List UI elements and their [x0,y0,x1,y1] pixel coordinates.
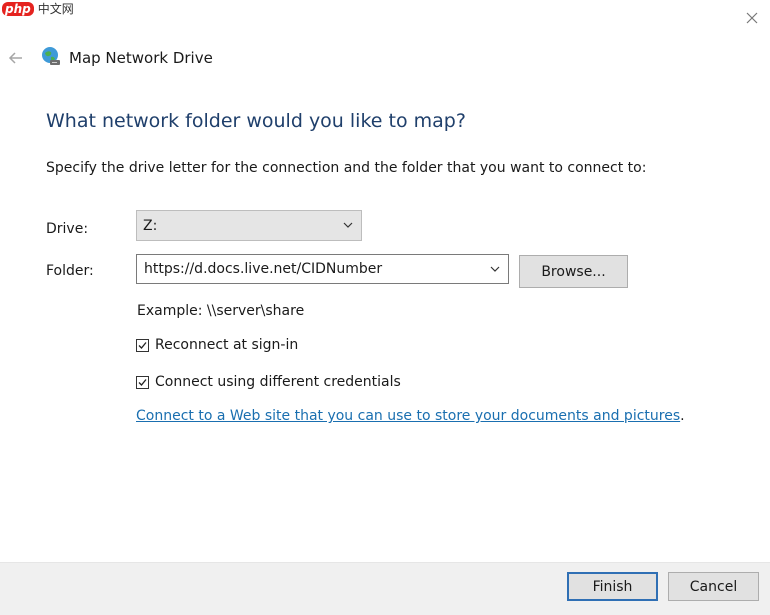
back-arrow-icon[interactable] [6,48,26,68]
web-site-link[interactable]: Connect to a Web site that you can use t… [136,408,680,424]
drive-select-value: Z: [143,217,158,234]
drive-select[interactable]: Z: [136,210,362,241]
reconnect-checkbox[interactable] [136,338,149,352]
folder-label: Folder: [46,263,94,279]
reconnect-label: Reconnect at sign-in [155,337,299,353]
link-suffix: . [680,408,685,424]
chevron-down-icon[interactable] [490,265,500,273]
finish-button[interactable]: Finish [567,572,658,601]
instruction-text: Specify the drive letter for the connect… [46,160,647,176]
network-drive-icon [40,45,62,67]
checkmark-icon [138,378,147,386]
checkmark-icon [138,341,147,349]
watermark-logo: php [2,1,34,16]
chevron-down-icon [343,222,353,228]
folder-combobox-value: https://d.docs.live.net/CIDNumber [144,261,383,277]
drive-label: Drive: [46,221,89,237]
credentials-checkbox[interactable] [136,375,149,389]
browse-button[interactable]: Browse... [519,255,628,288]
page-heading: What network folder would you like to ma… [46,110,466,132]
credentials-label: Connect using different credentials [155,374,401,390]
reconnect-option[interactable]: Reconnect at sign-in [136,337,298,353]
web-site-link-row: Connect to a Web site that you can use t… [136,408,685,424]
credentials-option[interactable]: Connect using different credentials [136,374,401,390]
folder-combobox[interactable]: https://d.docs.live.net/CIDNumber [136,254,509,284]
window-title: Map Network Drive [69,49,213,67]
example-text: Example: \\server\share [137,303,305,319]
close-icon[interactable] [742,8,762,28]
watermark: php 中文网 [2,0,74,17]
cancel-button[interactable]: Cancel [668,572,759,601]
watermark-text: 中文网 [37,2,74,16]
